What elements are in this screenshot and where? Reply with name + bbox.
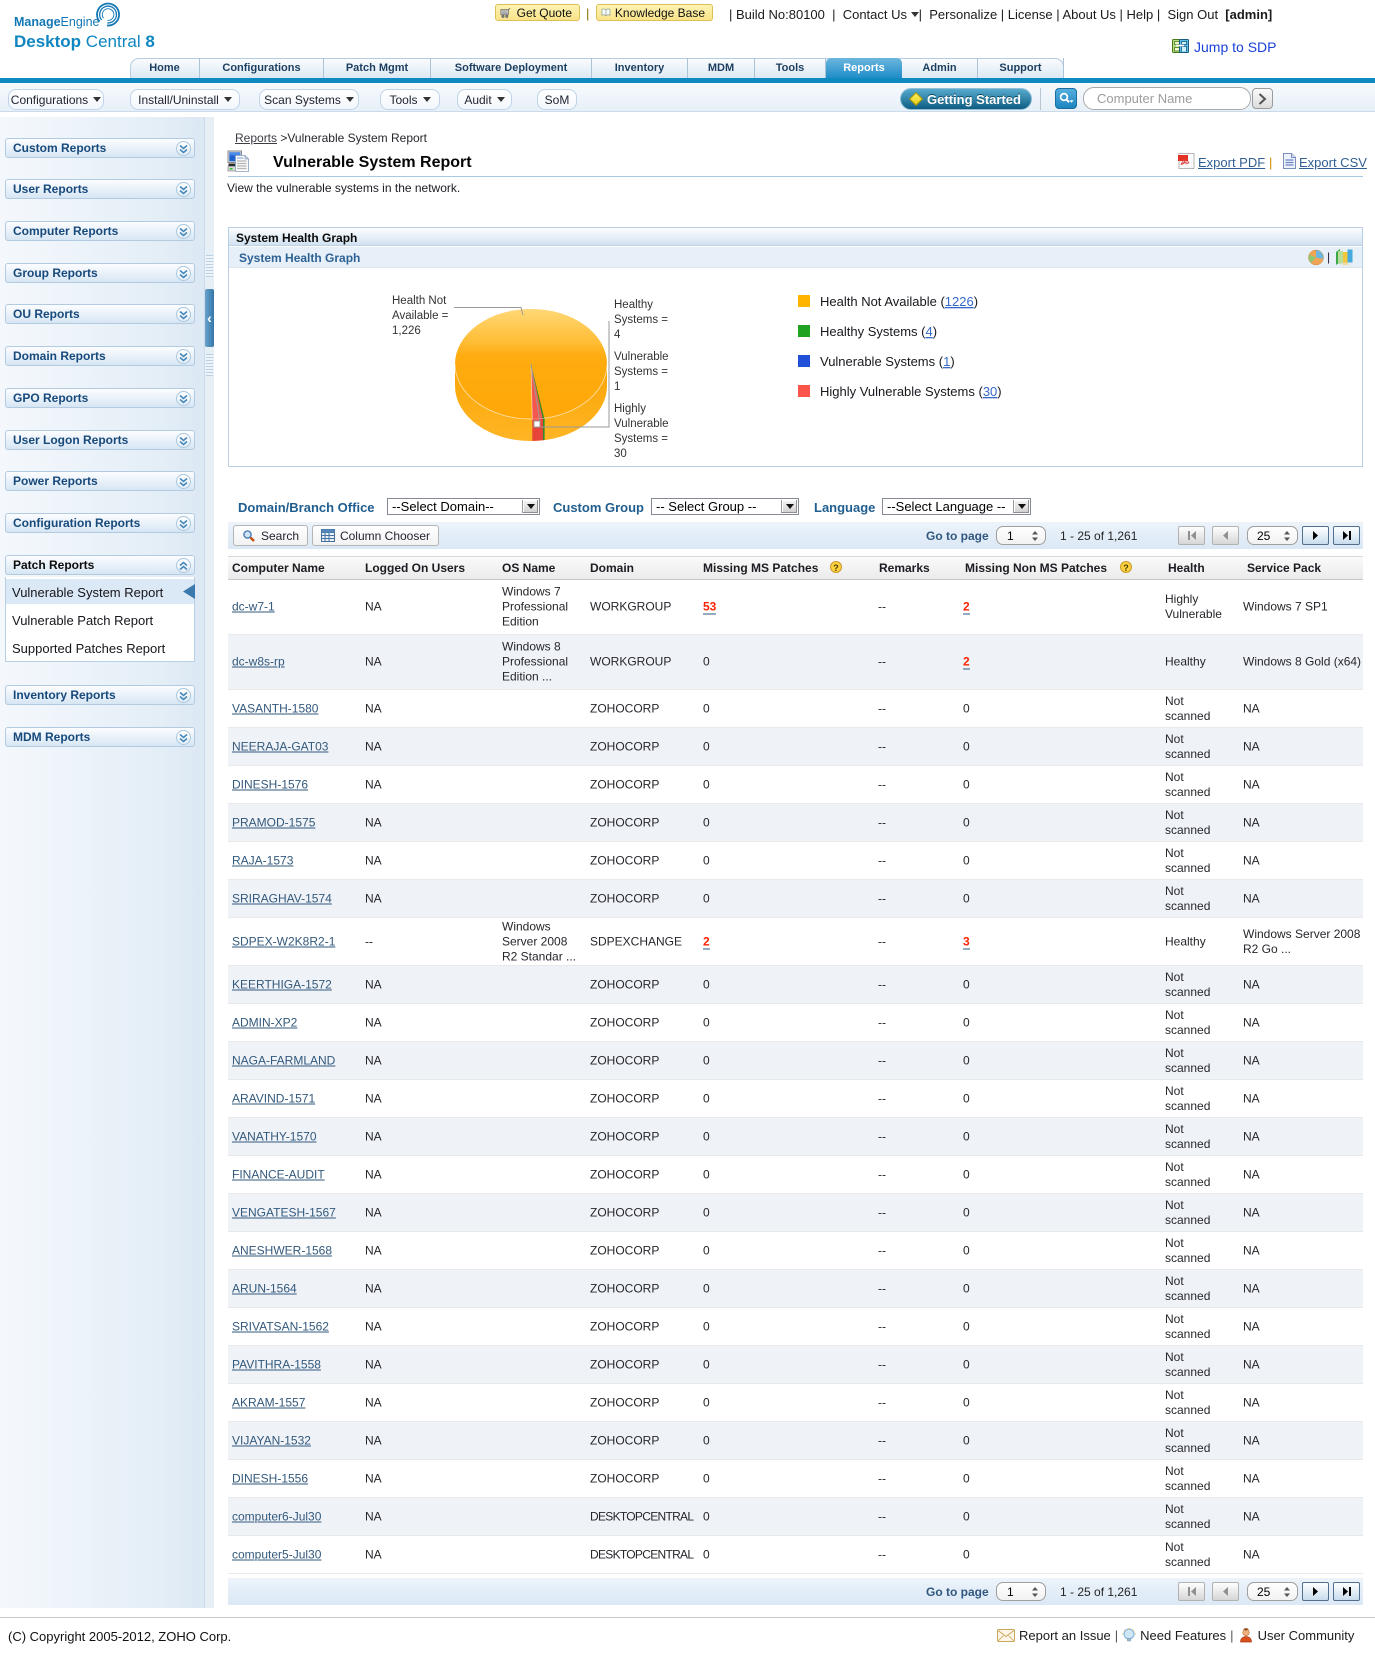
svg-text:Desktop Central 8: Desktop Central 8 bbox=[14, 32, 155, 51]
svg-text:Vulnerable: Vulnerable bbox=[614, 418, 669, 430]
svg-text:Systems =: Systems = bbox=[614, 433, 668, 445]
svg-text:1: 1 bbox=[614, 381, 620, 393]
svg-text:Health Not: Health Not bbox=[392, 295, 447, 307]
svg-text:30: 30 bbox=[614, 448, 627, 460]
svg-text:Vulnerable: Vulnerable bbox=[614, 351, 669, 363]
svg-text:Systems =: Systems = bbox=[614, 366, 668, 378]
svg-text:1,226: 1,226 bbox=[392, 325, 421, 337]
svg-text:Vulnerable Systems (1): Vulnerable Systems (1) bbox=[820, 354, 955, 369]
svg-text:Healthy: Healthy bbox=[614, 299, 653, 311]
svg-text:Highly Vulnerable Systems (30): Highly Vulnerable Systems (30) bbox=[820, 384, 1002, 399]
svg-text:Highly: Highly bbox=[614, 403, 646, 415]
svg-text:ManageEngine: ManageEngine bbox=[14, 15, 100, 29]
svg-text:4: 4 bbox=[614, 329, 621, 341]
svg-text:Health Not Available (1226): Health Not Available (1226) bbox=[820, 294, 978, 309]
svg-text:Available =: Available = bbox=[392, 310, 449, 322]
svg-text:Systems =: Systems = bbox=[614, 314, 668, 326]
svg-text:Healthy Systems (4): Healthy Systems (4) bbox=[820, 324, 937, 339]
